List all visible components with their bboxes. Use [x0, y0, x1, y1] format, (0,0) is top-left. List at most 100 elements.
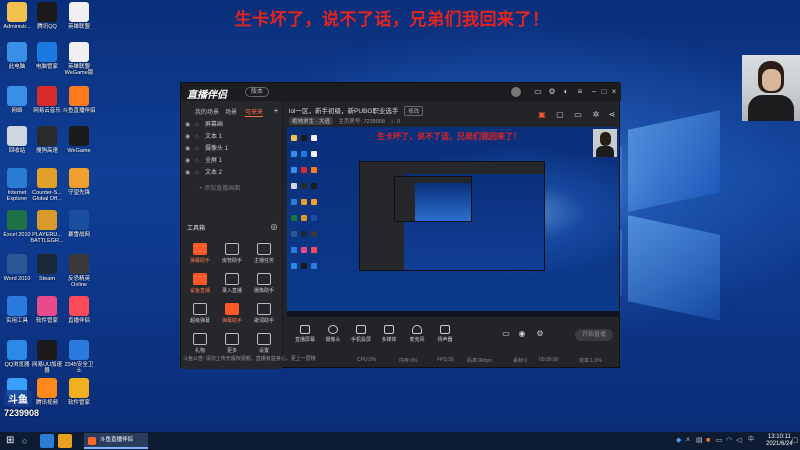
tool-gift[interactable]: 礼物	[185, 333, 215, 354]
desktop-icon[interactable]: 搜狗高速	[30, 126, 64, 154]
desktop-icon[interactable]: 英雄联盟	[62, 2, 96, 30]
search-icon[interactable]: ○	[22, 435, 32, 447]
share-icon[interactable]: ⋖	[607, 110, 617, 120]
media-button[interactable]: 多媒体	[375, 325, 403, 343]
lock-icon[interactable]: ⌂	[195, 119, 205, 131]
desktop-icon[interactable]: 实用工具	[0, 296, 34, 324]
tray-app-icon[interactable]: ■	[706, 437, 713, 444]
desktop-icon[interactable]: 斗鱼直播伴侣	[62, 86, 96, 114]
taskbar-active-app[interactable]: 斗鱼直播伴侣	[84, 433, 148, 449]
tray-language[interactable]: 中	[748, 437, 755, 444]
category-chip[interactable]: 绝地求生 · 大逃	[289, 117, 333, 125]
eye-icon[interactable]: ◉	[185, 131, 195, 143]
desktop-icon[interactable]: 此电脑	[0, 42, 34, 70]
version-pill[interactable]: 版本	[245, 87, 269, 97]
start-live-button[interactable]: 开始直播	[575, 329, 613, 341]
desktop-icon[interactable]: Word 2010	[0, 254, 34, 282]
desktop-icon[interactable]: 软件管家	[30, 296, 64, 324]
eye-icon[interactable]: ◉	[185, 143, 195, 155]
desktop-icon[interactable]: 暴雪战网	[62, 210, 96, 238]
scene-row[interactable]: ◉ ⌂ 全屏 1	[185, 155, 277, 167]
avatar-icon[interactable]	[511, 87, 521, 97]
eye-icon[interactable]: ◉	[185, 167, 195, 179]
tray-battery-icon[interactable]: ▭	[716, 437, 723, 444]
message-icon[interactable]: ▭	[533, 87, 543, 97]
minimize-icon[interactable]: –	[589, 87, 599, 97]
edit-title-button[interactable]: 修改	[404, 106, 424, 116]
tool-shark-live[interactable]: 鲨鱼直播	[185, 273, 215, 294]
speaker-button[interactable]: 扬声器	[431, 325, 459, 343]
tool-record[interactable]: 录入直播	[217, 273, 247, 294]
tool-danmu-helper-2[interactable]: 弹幕助手	[217, 303, 247, 324]
tool-room-admin[interactable]: 房管助手	[217, 243, 247, 264]
desktop-icon[interactable]: Administr...	[0, 2, 34, 30]
desktop-icon[interactable]: Internet Explorer	[0, 168, 34, 202]
desktop-icon[interactable]: 腾讯QQ	[30, 2, 64, 30]
desktop-icon[interactable]: Excel 2010	[0, 210, 34, 238]
tab-sources[interactable]: 可来来	[245, 107, 264, 117]
skin-icon[interactable]: ◐	[561, 87, 571, 97]
add-scene-icon[interactable]: +	[271, 106, 281, 116]
tool-streamer-tasks[interactable]: 主播任务	[249, 243, 279, 264]
tool-lyrics[interactable]: 歌词助手	[249, 303, 279, 324]
tool-settings[interactable]: 设置	[249, 333, 279, 354]
taskbar-app-icon[interactable]	[58, 434, 72, 448]
close-icon[interactable]: ×	[609, 87, 619, 97]
settings-icon[interactable]: ⚙	[547, 87, 557, 97]
desktop-icon[interactable]: Steam	[30, 254, 64, 282]
phone-cast-button[interactable]: 手机投屏	[347, 325, 375, 343]
windows-start-icon[interactable]: ⊞	[6, 436, 16, 446]
lock-icon[interactable]: ⌂	[195, 155, 205, 167]
record-icon[interactable]: ▭	[501, 329, 511, 339]
eye-icon[interactable]: ◉	[185, 155, 195, 167]
gift-icon[interactable]: ▣	[537, 110, 547, 120]
maximize-icon[interactable]: □	[599, 87, 609, 97]
lock-icon[interactable]: ⌂	[195, 131, 205, 143]
desktop-icon[interactable]: 反恐精英 Online	[62, 254, 96, 288]
desktop-icon[interactable]: QQ浏览器	[0, 340, 34, 368]
tray-network-icon[interactable]: ▤	[696, 437, 703, 444]
tray-shield-icon[interactable]: ◆	[676, 437, 683, 444]
desktop-icon[interactable]: 回收站	[0, 126, 34, 154]
tab-scenes[interactable]: 场景	[225, 107, 237, 116]
tool-super-danmu[interactable]: 超级弹幕	[185, 303, 215, 324]
desktop-icon[interactable]: 2345安全卫士	[62, 340, 96, 374]
scene-row[interactable]: ◉ ⌂ 文本 1	[185, 131, 277, 143]
desktop-icon[interactable]: 网络	[0, 86, 34, 114]
desktop-icon[interactable]: 软件管家	[62, 378, 96, 406]
taskbar-clock[interactable]: 13:10:11 2021/6/24	[766, 434, 793, 448]
desktop-icon[interactable]: 直播伴侣	[62, 296, 96, 324]
screen-capture-button[interactable]: 直播屏幕	[291, 325, 319, 343]
live-settings-icon[interactable]: ⚙	[535, 329, 545, 339]
add-source-button[interactable]: + 添加直播画面	[199, 183, 240, 192]
microphone-button[interactable]: 麦克风	[403, 325, 431, 343]
camera-button[interactable]: 摄像头	[319, 325, 347, 343]
toolbox-settings-icon[interactable]: ◎	[269, 222, 279, 232]
share-screen-icon[interactable]: ▢	[555, 110, 565, 120]
menu-icon[interactable]: ≡	[575, 87, 585, 97]
lock-icon[interactable]: ⌂	[195, 143, 205, 155]
tool-camera-helper[interactable]: 摄像助手	[249, 273, 279, 294]
tab-my-scenes[interactable]: 我的场景	[195, 107, 219, 116]
desktop-icon[interactable]: 网易UU加速器	[30, 340, 64, 374]
stream-preview[interactable]: 生卡坏了，说不了话，兄弟们我回来了！	[287, 127, 619, 317]
notification-icon[interactable]: ▢	[792, 437, 799, 444]
tray-volume-icon[interactable]: ◁	[736, 437, 743, 444]
scene-row[interactable]: ◉ ⌂ 屏幕画	[185, 119, 277, 131]
desktop-icon[interactable]: PLAYERU... BATTLEGR...	[30, 210, 64, 244]
desktop-icon[interactable]: WeGame	[62, 126, 96, 154]
scene-row[interactable]: ◉ ⌂ 摄像头 1	[185, 143, 277, 155]
scene-row[interactable]: ◉ ⌂ 文本 2	[185, 167, 277, 179]
taskbar-app-icon[interactable]	[40, 434, 54, 448]
tray-chevron-up-icon[interactable]: ˄	[686, 437, 693, 444]
desktop-icon[interactable]: 英雄联盟 WeGame版	[62, 42, 96, 76]
settings-icon[interactable]: ✲	[591, 110, 601, 120]
lock-icon[interactable]: ⌂	[195, 167, 205, 179]
tool-danmu-helper[interactable]: 弹幕助手	[185, 243, 215, 264]
desktop-icon[interactable]: Counter-S... Global Off...	[30, 168, 64, 202]
fullscreen-icon[interactable]: ▭	[573, 110, 583, 120]
desktop-icon[interactable]: 网易云音乐	[30, 86, 64, 114]
eye-icon[interactable]: ◉	[185, 119, 195, 131]
desktop-icon[interactable]: 守望先锋	[62, 168, 96, 196]
eye-icon[interactable]: ◉	[517, 329, 527, 339]
